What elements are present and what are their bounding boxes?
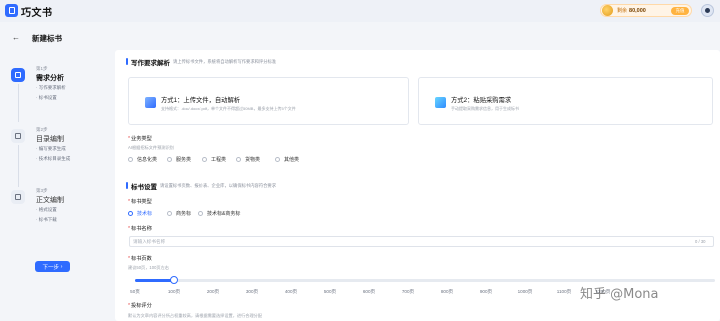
card-title: 方式1：上传文件，自动解析 [161,97,241,104]
main-panel: 写作要求解析 请上传标书文件，系统将自动解析写作要求和评分标准 方式1：上传文件… [115,50,720,321]
balance-pill: 剩余 80,000 充值 [600,4,692,17]
step-number: 第3步 [36,188,48,193]
section-hint: 请设置标书页数、报价表、企业库，以确保标书内容符合要求 [160,183,277,188]
pages-slider-fill [135,279,174,282]
pages-slider-tick-label: 400页 [284,289,298,294]
step-sub-item: · 写作要求解析 [36,85,66,90]
step-title: 需求分析 [36,75,64,82]
pages-slider-tick-label: 500页 [323,289,337,294]
pages-slider-tick-label: 900页 [479,289,493,294]
radio-business-other[interactable]: 其他类 [275,156,299,163]
card-desc: 手动提取采购需求信息，用于生成标书 [451,106,519,111]
balance-value: 80,000 [629,7,646,14]
outline-icon [11,129,25,143]
scoring-hint: 默认为文章内容评分所占权重较高，请根据需要选择设置，进行合理分配 [128,313,263,318]
upload-file-card[interactable]: 方式1：上传文件，自动解析 支持格式：.doc/.docx/.pdf，单个文件不… [128,77,409,125]
radio-bid-commercial[interactable]: 商务标 [167,210,191,217]
pages-slider-tick-label: 800页 [440,289,454,294]
step-connector [18,84,19,122]
bid-name-label: *标书名称 [128,226,152,232]
business-type-label: *业务类型 [128,136,152,142]
paste-requirement-card[interactable]: 方式2：粘贴采购需求 手动提取采购需求信息，用于生成标书 [418,77,713,125]
card-title: 方式2：粘贴采购需求 [451,97,512,104]
radio-business-goods[interactable]: 货物类 [236,156,260,163]
step-title: 正文编制 [36,197,64,204]
balance-label: 剩余 [617,8,628,14]
card-desc: 支持格式：.doc/.docx/.pdf，单个文件不得超过50MB，最多支持上传… [161,106,296,111]
radio-bid-technical[interactable]: 技术标 [128,210,152,217]
pages-slider-tick-label: 50页 [130,289,140,294]
document-icon [5,4,18,17]
page-title: 新建标书 [32,34,62,43]
radio-business-info[interactable]: 信息化类 [128,156,157,163]
section-hint: 请上传标书文件，系统将自动解析写作要求和评分标准 [173,59,277,64]
business-type-hint: AI根据招标文件预测识别 [128,145,174,150]
paste-icon [435,97,446,108]
section-title-bid-settings: 标书设置 [126,181,157,191]
bid-pages-hint: 建议50页，100页左右 [128,265,169,270]
step-number: 第1步 [36,66,48,71]
radio-business-service[interactable]: 服务类 [167,156,191,163]
pages-slider-tick-label: 200页 [206,289,220,294]
step-sub-item: · 技术标目录生成 [36,156,71,161]
bid-pages-label: *标书页数 [128,256,152,262]
arrow-left-icon[interactable]: ← [12,33,20,42]
step-number: 第2步 [36,127,48,132]
analysis-icon [11,68,25,82]
next-step-button[interactable]: 下一步 › [35,261,70,272]
pages-slider-tick-label: 600页 [362,289,376,294]
pages-slider-track[interactable] [135,279,715,282]
step-connector [18,145,19,187]
radio-bid-both[interactable]: 技术标&商务标 [198,210,240,217]
bid-name-counter: 0 / 30 [695,239,706,244]
step-sub-item: · 编写要求生成 [36,146,66,151]
pages-slider-tick-label: 100页 [167,289,181,294]
step-sub-item: · 标书设置 [36,95,57,100]
pages-slider-tick-label: 700页 [401,289,415,294]
radio-business-engineering[interactable]: 工程类 [202,156,226,163]
pages-slider-tick-label: 300页 [245,289,259,294]
bid-name-input[interactable] [129,236,714,247]
coin-icon [602,5,613,16]
scoring-label: *投标评分 [128,303,152,309]
recharge-button[interactable]: 充值 [671,7,689,15]
edit-icon [11,190,25,204]
top-bar: 巧文书 剩余 80,000 充值 [0,0,720,22]
bid-type-label: *标书类型 [128,199,152,205]
app-name: 巧文书 [21,8,53,19]
watermark: 知乎 @Mona [580,287,659,302]
pages-slider-tick-label: 1000页 [517,289,533,294]
section-title-requirement: 写作要求解析 [126,57,170,67]
upload-icon [145,97,156,108]
step-title: 目录编制 [36,136,64,143]
user-avatar-icon[interactable] [701,4,714,17]
pages-slider-handle[interactable] [170,276,178,284]
step-sub-item: · 标书下载 [36,217,57,222]
step-sub-item: · 格式设置 [36,207,57,212]
pages-slider-tick-label: 1100页 [556,289,572,294]
